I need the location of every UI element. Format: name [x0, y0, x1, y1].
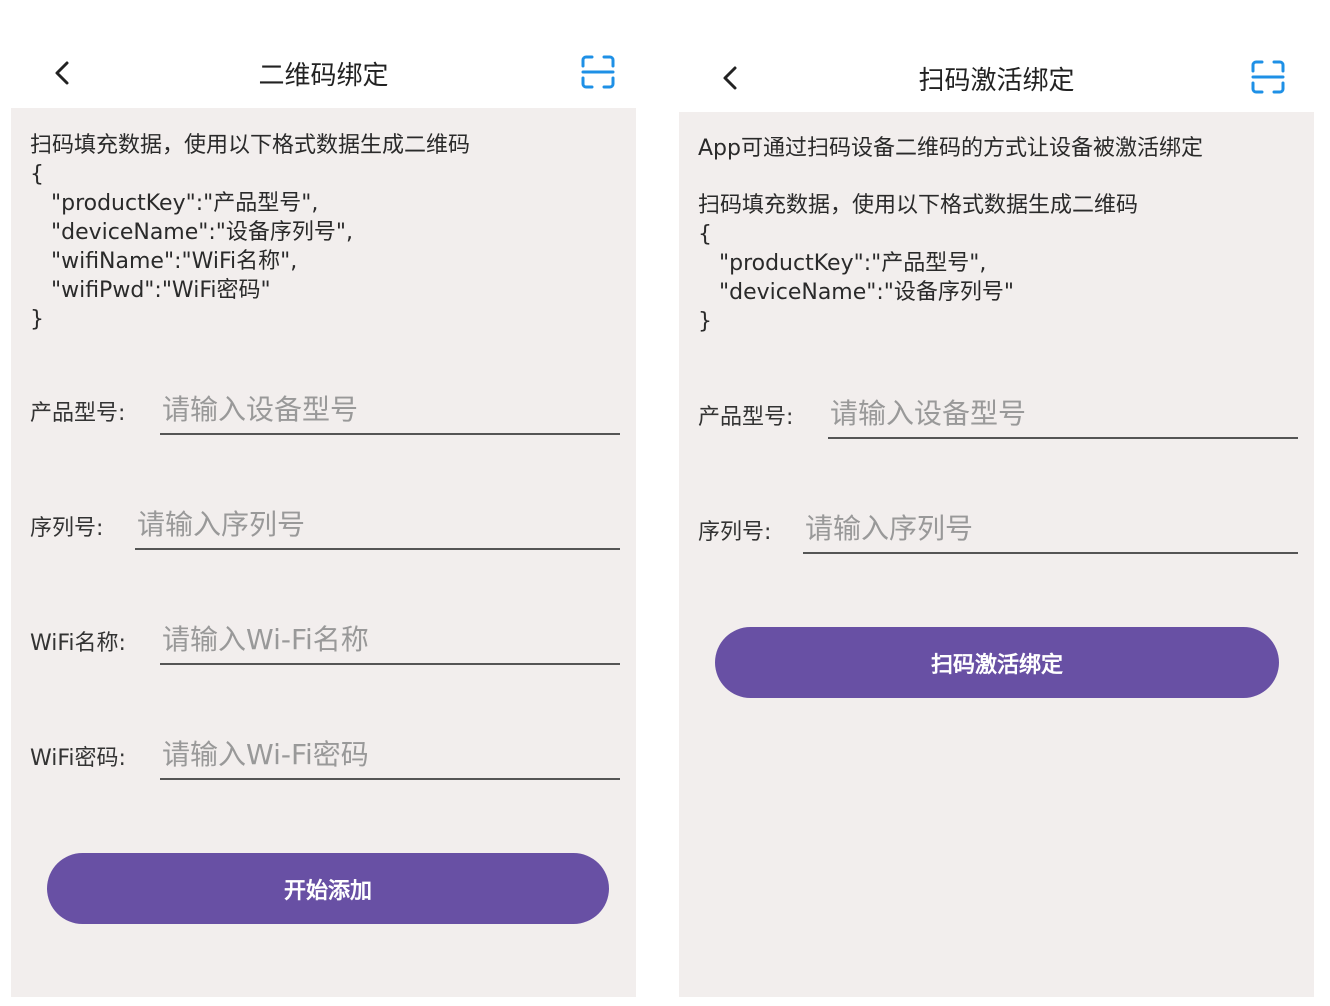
scan-button[interactable] [580, 54, 616, 90]
field-label: 产品型号: [30, 401, 126, 426]
wifi-name-input[interactable] [160, 615, 620, 665]
back-button[interactable] [49, 59, 77, 87]
product-model-field: 产品型号: [698, 389, 1298, 439]
scan-activate-bind-screen: 扫码激活绑定 App可通过扫码设备二维码的方式让设备被激活绑定 扫码填充数据，使… [679, 37, 1314, 997]
format-description: 扫码填充数据，使用以下格式数据生成二维码 { "productKey":"产品型… [30, 133, 471, 332]
page-title: 扫码激活绑定 [918, 66, 1075, 96]
field-label: WiFi名称: [30, 631, 126, 656]
product-model-field: 产品型号: [30, 385, 620, 435]
qr-bind-screen: 二维码绑定 扫码填充数据，使用以下格式数据生成二维码 { "productKey… [11, 37, 636, 997]
field-label: 序列号: [698, 520, 772, 545]
serial-number-input[interactable] [135, 500, 620, 550]
format-description: 扫码填充数据，使用以下格式数据生成二维码 { "productKey":"产品型… [698, 193, 1139, 334]
page-title: 二维码绑定 [258, 61, 389, 91]
field-label: WiFi密码: [30, 746, 126, 771]
serial-number-field: 序列号: [698, 504, 1298, 554]
serial-number-input[interactable] [803, 504, 1298, 554]
wifi-name-field: WiFi名称: [30, 615, 620, 665]
app-header: 扫码激活绑定 [679, 37, 1314, 112]
wifi-password-field: WiFi密码: [30, 730, 620, 780]
product-model-input[interactable] [160, 385, 620, 435]
product-model-input[interactable] [828, 389, 1298, 439]
start-add-button[interactable]: 开始添加 [47, 853, 609, 924]
serial-number-field: 序列号: [30, 500, 620, 550]
app-header: 二维码绑定 [11, 37, 636, 108]
scan-icon [1251, 60, 1285, 94]
field-label: 产品型号: [698, 405, 794, 430]
scan-icon [581, 55, 615, 89]
field-label: 序列号: [30, 516, 104, 541]
scan-button[interactable] [1250, 59, 1286, 95]
chevron-left-icon [723, 66, 737, 90]
chevron-left-icon [55, 61, 69, 85]
intro-text: App可通过扫码设备二维码的方式让设备被激活绑定 [698, 136, 1203, 161]
scan-activate-bind-button[interactable]: 扫码激活绑定 [715, 627, 1279, 698]
wifi-password-input[interactable] [160, 730, 620, 780]
back-button[interactable] [717, 64, 745, 92]
